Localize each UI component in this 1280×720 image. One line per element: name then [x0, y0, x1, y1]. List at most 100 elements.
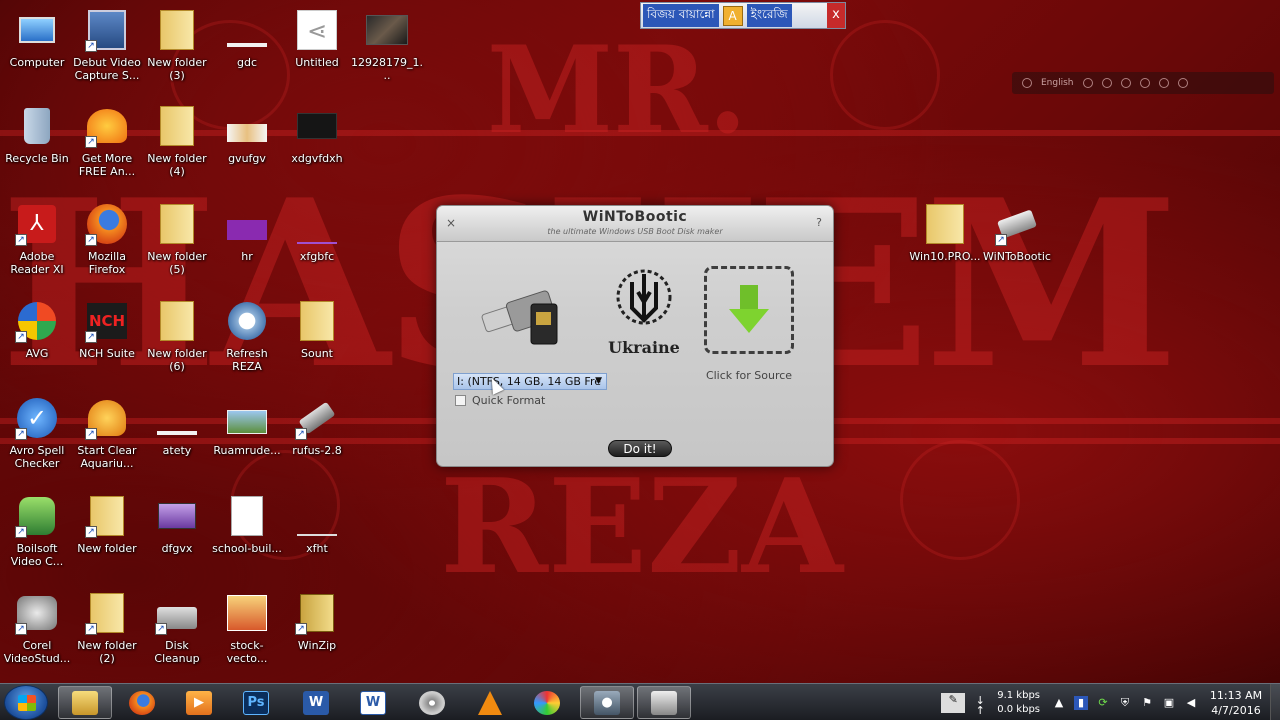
image-file-icon: [155, 494, 199, 538]
ime-refresh-icon[interactable]: [1139, 78, 1150, 88]
desktop-icon-ruamrude[interactable]: Ruamrude...: [211, 396, 283, 457]
taskbar-media-player[interactable]: ▶: [172, 686, 226, 719]
trident-icon: [616, 269, 672, 325]
avro-spell-checker-icon: ✓ ↗: [15, 396, 59, 440]
desktop-icon-recycle-bin[interactable]: Recycle Bin: [1, 104, 73, 165]
drive-select[interactable]: I: (NTFS, 14 GB, 14 GB Fre ▼: [453, 373, 607, 390]
chevron-down-icon[interactable]: ▼: [595, 374, 602, 389]
wallpaper-text-mr: MR.: [486, 20, 748, 161]
taskbar-firefox[interactable]: [115, 686, 169, 719]
desktop-icon-gdc[interactable]: gdc: [211, 8, 283, 69]
desktop-icon-rufus[interactable]: ↗ rufus-2.8: [281, 396, 353, 457]
desktop-icon-win10-pro[interactable]: Win10.PRO...: [909, 202, 981, 263]
desktop-icon-xdgvfdxh[interactable]: xdgvfdxh: [281, 104, 353, 165]
desktop-icon-stock-vector[interactable]: stock-vecto...: [211, 591, 283, 665]
taskbar-wintobootic[interactable]: [637, 686, 691, 719]
taskbar-word-document[interactable]: W: [346, 686, 400, 719]
desktop-icon-avro-spell-checker[interactable]: ✓ ↗ Avro Spell Checker: [1, 396, 73, 470]
network-icon[interactable]: ▣: [1162, 696, 1176, 710]
recycle-bin-icon: [15, 104, 59, 148]
pen-tablet-icon[interactable]: ✎: [941, 692, 966, 713]
ime-info-icon[interactable]: [1177, 78, 1188, 88]
adobe-reader-icon: ⅄ ↗: [15, 202, 59, 246]
desktop-icon-firefox[interactable]: ↗ Mozilla Firefox: [71, 202, 143, 276]
desktop-icon-sount[interactable]: Sount: [281, 299, 353, 360]
taskbar-explorer[interactable]: [58, 686, 112, 719]
volume-icon[interactable]: ◀: [1184, 696, 1198, 710]
tray-app-icon[interactable]: ▮: [1074, 695, 1088, 710]
desktop-icon-new-folder-4[interactable]: New folder (4): [141, 104, 213, 178]
bangla-layout-button[interactable]: বিজয় বায়ান্নো: [643, 4, 719, 27]
dialog-titlebar[interactable]: × WiNToBootic the ultimate Windows USB B…: [437, 206, 833, 242]
image-file-icon: [225, 396, 269, 440]
desktop-icon-new-folder-6[interactable]: New folder (6): [141, 299, 213, 373]
ime-toolbar: English: [1012, 72, 1274, 94]
recorder-icon: ●: [594, 690, 620, 715]
taskbar-disk-utility[interactable]: [405, 686, 459, 719]
desktop-icon-new-folder[interactable]: ↗ New folder: [71, 494, 143, 555]
taskbar-recorder[interactable]: ●: [580, 686, 634, 719]
source-drop-zone[interactable]: [704, 266, 794, 354]
language-bar-close-button[interactable]: x: [827, 3, 845, 28]
dialog-subtitle: the ultimate Windows USB Boot Disk maker: [547, 227, 723, 236]
show-hidden-icons-icon[interactable]: ▲: [1052, 696, 1066, 710]
desktop-icon-computer[interactable]: Computer: [1, 8, 73, 69]
quick-format-option[interactable]: Quick Format: [455, 394, 545, 407]
english-layout-button[interactable]: ইংরেজি: [746, 4, 792, 27]
tray-sync-icon[interactable]: ⟳: [1096, 696, 1110, 710]
dialog-help-button[interactable]: ?: [816, 216, 822, 229]
desktop-icon-new-folder-2[interactable]: ↗ New folder (2): [71, 591, 143, 665]
network-arrows-icon: ↓ ↑: [975, 693, 985, 717]
ime-minimize-icon[interactable]: [1082, 78, 1093, 88]
clock[interactable]: 11:13 AM 4/7/2016: [1202, 688, 1270, 718]
desktop-icon-start-clear-aquarium[interactable]: ↗ Start Clear Aquariu...: [71, 396, 143, 470]
explorer-icon: [72, 690, 98, 715]
quick-format-label: Quick Format: [472, 394, 546, 407]
taskbar-vlc[interactable]: [463, 686, 517, 719]
desktop-icon-hr[interactable]: hr: [211, 202, 283, 263]
start-button[interactable]: [4, 685, 48, 720]
desktop-icon-untitled[interactable]: ⋖ Untitled: [281, 8, 353, 69]
desktop-icon-avg[interactable]: ↗ AVG: [1, 299, 73, 360]
windows-logo-icon: [18, 695, 36, 711]
share-icon: ⋖: [295, 8, 339, 52]
desktop-icon-new-folder-3[interactable]: New folder (3): [141, 8, 213, 82]
ime-language-label[interactable]: English: [1041, 78, 1074, 88]
quick-format-checkbox[interactable]: [455, 395, 466, 406]
desktop-icon-corel-videostudio[interactable]: ↗ Corel VideoStud...: [1, 591, 73, 665]
firefox-icon: ↗: [85, 202, 129, 246]
source-label[interactable]: Click for Source: [687, 369, 811, 382]
ime-dot-icon[interactable]: [1022, 78, 1032, 88]
taskbar-paint[interactable]: [520, 686, 574, 719]
desktop-icon-refresh-reza[interactable]: Refresh REZA: [211, 299, 283, 373]
ime-help-icon[interactable]: [1158, 78, 1169, 88]
disk-icon: [419, 690, 445, 715]
tray-shield-icon[interactable]: ⛨: [1118, 696, 1132, 710]
ime-settings-icon[interactable]: [1120, 78, 1131, 88]
show-desktop-button[interactable]: [1270, 684, 1280, 720]
taskbar-photoshop[interactable]: Ps: [229, 686, 283, 719]
desktop-icon-nch-suite[interactable]: NCH ↗ NCH Suite: [71, 299, 143, 360]
desktop-icon-debut-video[interactable]: ↗ Debut Video Capture S...: [71, 8, 143, 82]
taskbar-word[interactable]: W: [289, 686, 343, 719]
image-file-icon: [295, 202, 339, 246]
desktop-icon-school-building[interactable]: school-buil...: [211, 494, 283, 555]
ime-user-icon[interactable]: [1101, 78, 1112, 88]
desktop-icon-12928179[interactable]: 12928179_1...: [351, 8, 423, 82]
desktop-icon-get-more-free[interactable]: ↗ Get More FREE An...: [71, 104, 143, 178]
desktop-icon-xfgbfc[interactable]: xfgbfc: [281, 202, 353, 263]
desktop-icon-disk-cleanup[interactable]: ↗ Disk Cleanup: [141, 591, 213, 665]
desktop-icon-gvufgv[interactable]: gvufgv: [211, 104, 283, 165]
desktop-icon-boilsoft[interactable]: ↗ Boilsoft Video C...: [1, 494, 73, 568]
action-center-icon[interactable]: ⚑: [1140, 696, 1154, 710]
desktop-icon-wintobootic[interactable]: ↗ WiNToBootic: [981, 202, 1053, 263]
vlc-icon: [478, 690, 502, 715]
desktop-icon-xfht[interactable]: xfht: [281, 494, 353, 555]
desktop-icon-winzip[interactable]: ↗ WinZip: [281, 591, 353, 652]
desktop-icon-adobe-reader[interactable]: ⅄ ↗ Adobe Reader XI: [1, 202, 73, 276]
keyboard-icon[interactable]: A: [722, 5, 743, 26]
desktop-icon-atety[interactable]: atety: [141, 396, 213, 457]
do-it-button[interactable]: Do it!: [608, 440, 672, 457]
desktop-icon-dfgvx[interactable]: dfgvx: [141, 494, 213, 555]
desktop-icon-new-folder-5[interactable]: New folder (5): [141, 202, 213, 276]
